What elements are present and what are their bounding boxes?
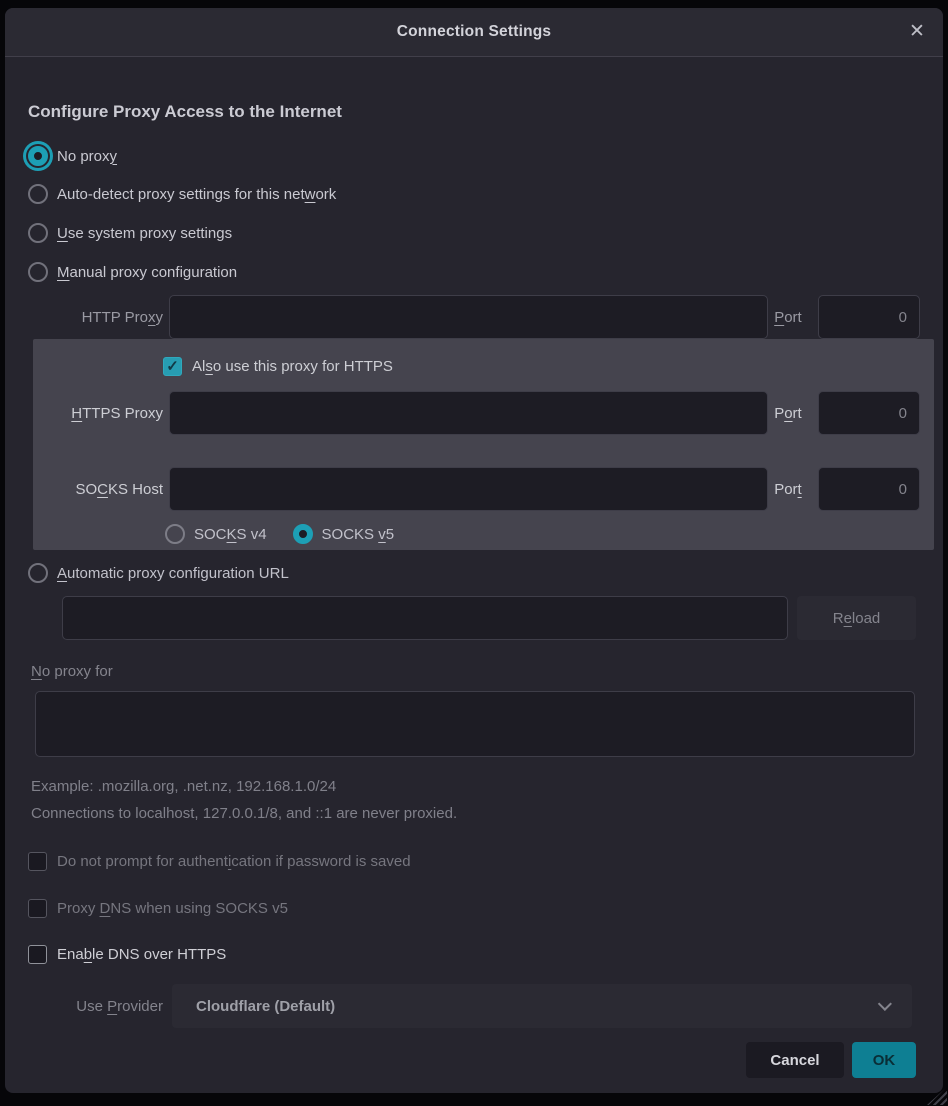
https-port-label: Port [774,405,812,422]
radio-use-system[interactable] [28,223,48,243]
also-https-row[interactable]: ✓ Also use this proxy for HTTPS [163,354,393,378]
ok-button[interactable]: OK [852,1042,916,1078]
socks-host-input[interactable] [169,467,768,511]
auto-config-url-input[interactable] [62,596,788,640]
http-proxy-row: HTTP Proxy Port [28,295,920,339]
socks-host-row: SOCKS Host Port [28,467,920,511]
radio-manual-proxy[interactable] [28,262,48,282]
radio-no-proxy[interactable] [28,146,48,166]
checkmark-icon: ✓ [166,357,179,375]
dialog-title: Connection Settings [397,23,552,41]
checkbox-also-https-label: Also use this proxy for HTTPS [192,358,393,375]
http-port-label: Port [774,309,812,326]
radio-no-proxy-label: No proxy [57,148,117,165]
radio-row-auto-detect[interactable]: Auto-detect proxy settings for this netw… [28,182,336,206]
checkbox-no-prompt-auth-label: Do not prompt for authentication if pass… [57,853,411,870]
http-proxy-label: HTTP Proxy [28,309,163,326]
https-proxy-input[interactable] [169,391,768,435]
dialog-titlebar: Connection Settings ✕ [5,8,943,57]
https-port-input[interactable] [818,391,920,435]
radio-use-system-label: Use system proxy settings [57,225,232,242]
checkbox-enable-doh-label: Enable DNS over HTTPS [57,946,226,963]
doh-provider-select[interactable]: Cloudflare (Default) [172,984,912,1028]
radio-socks-v4[interactable] [165,524,185,544]
checkbox-also-https[interactable]: ✓ [163,357,182,376]
page-title: Configure Proxy Access to the Internet [28,102,342,122]
radio-row-no-proxy[interactable]: No proxy [28,144,117,168]
http-proxy-input[interactable] [169,295,768,339]
radio-row-manual[interactable]: Manual proxy configuration [28,260,237,284]
radio-socks-v4-label: SOCKS v4 [194,526,267,543]
radio-manual-proxy-label: Manual proxy configuration [57,264,237,281]
radio-row-use-system[interactable]: Use system proxy settings [28,221,232,245]
radio-auto-detect[interactable] [28,184,48,204]
checkbox-proxy-dns[interactable] [28,899,47,918]
doh-provider-row: Use Provider [28,984,169,1028]
radio-auto-config-url-label: Automatic proxy configuration URL [57,565,289,582]
connection-settings-dialog: Connection Settings ✕ Configure Proxy Ac… [5,8,943,1093]
no-proxy-example-text: Example: .mozilla.org, .net.nz, 192.168.… [31,778,336,795]
proxy-dns-row[interactable]: Proxy DNS when using SOCKS v5 [28,896,288,920]
checkbox-proxy-dns-label: Proxy DNS when using SOCKS v5 [57,900,288,917]
socks-port-input[interactable] [818,467,920,511]
radio-row-auto-config[interactable]: Automatic proxy configuration URL [28,561,289,585]
localhost-note-text: Connections to localhost, 127.0.0.1/8, a… [31,805,457,822]
radio-auto-config-url[interactable] [28,563,48,583]
checkbox-no-prompt-auth[interactable] [28,852,47,871]
close-icon[interactable]: ✕ [903,18,931,46]
no-prompt-auth-row[interactable]: Do not prompt for authentication if pass… [28,849,411,873]
cancel-button[interactable]: Cancel [746,1042,844,1078]
radio-socks-v5[interactable] [293,524,313,544]
https-proxy-label: HTTPS Proxy [28,405,163,422]
https-proxy-row: HTTPS Proxy Port [28,391,920,435]
http-port-input[interactable] [818,295,920,339]
no-proxy-for-label: No proxy for [31,663,113,680]
socks-host-label: SOCKS Host [28,481,163,498]
socks-version-row: SOCKS v4 SOCKS v5 [165,522,394,546]
auto-config-url-row: Reload [62,596,916,640]
enable-doh-row[interactable]: Enable DNS over HTTPS [28,942,226,966]
radio-auto-detect-label: Auto-detect proxy settings for this netw… [57,186,336,203]
radio-socks-v5-label: SOCKS v5 [322,526,395,543]
doh-provider-value: Cloudflare (Default) [196,998,882,1015]
reload-button[interactable]: Reload [797,596,916,640]
use-provider-label: Use Provider [28,998,163,1015]
no-proxy-for-textarea[interactable] [35,691,915,757]
socks-port-label: Port [774,481,812,498]
checkbox-enable-doh[interactable] [28,945,47,964]
